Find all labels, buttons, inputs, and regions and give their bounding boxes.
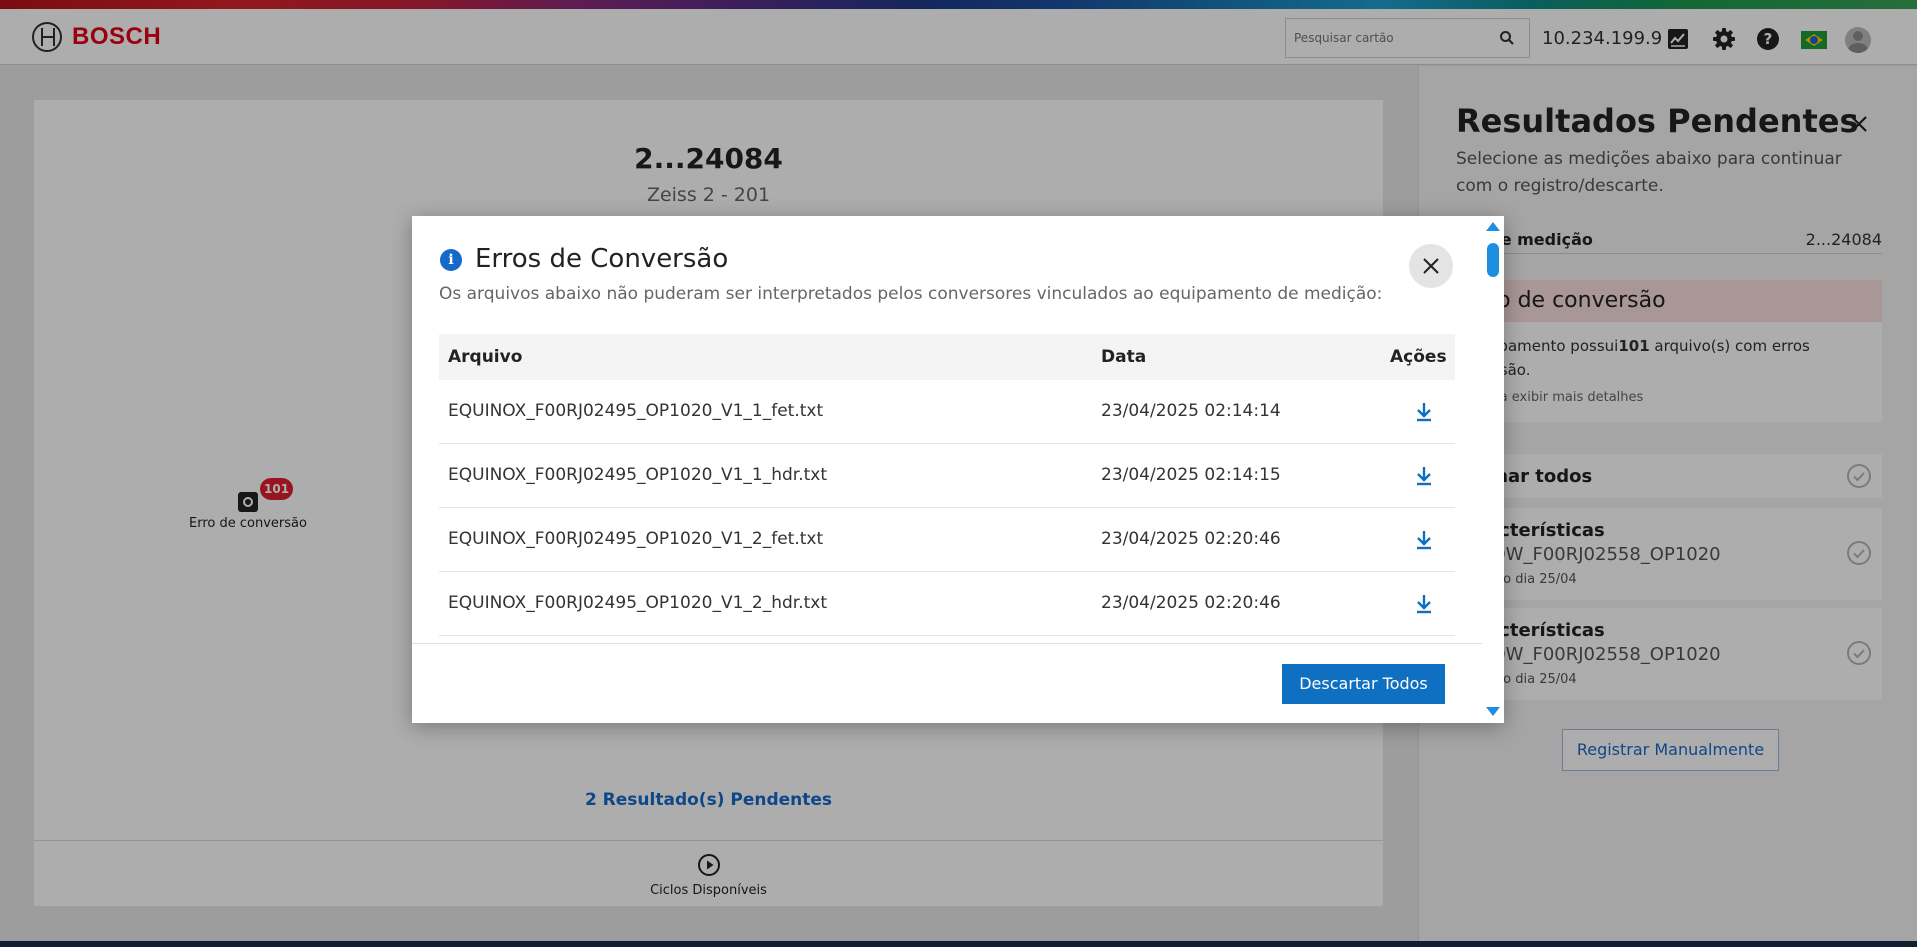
table-header: Arquivo Data Ações xyxy=(439,334,1455,380)
dialog-title: Erros de Conversão xyxy=(475,244,729,274)
file-name: EQUINOX_F00RJ02495_OP1020_V1_1_fet.txt xyxy=(448,401,824,421)
download-icon[interactable] xyxy=(1414,593,1434,615)
table-row: EQUINOX_F00RJ02495_OP1020_V1_2_fet.txt 2… xyxy=(439,508,1455,572)
dialog-description: Os arquivos abaixo não puderam ser inter… xyxy=(439,284,1383,304)
column-date: Data xyxy=(1101,347,1147,367)
file-name: EQUINOX_F00RJ02495_OP1020_V1_2_hdr.txt xyxy=(448,593,827,613)
discard-all-button[interactable]: Descartar Todos xyxy=(1282,664,1445,704)
dialog-close-button[interactable] xyxy=(1409,244,1453,288)
file-name: EQUINOX_F00RJ02495_OP1020_V1_2_fet.txt xyxy=(448,529,824,549)
dialog-footer: Descartar Todos xyxy=(412,643,1482,723)
file-date: 23/04/2025 02:20:46 xyxy=(1101,593,1281,613)
table-row: EQUINOX_F00RJ02495_OP1020_V1_1_hdr.txt 2… xyxy=(439,444,1455,508)
scroll-down-icon[interactable] xyxy=(1486,707,1500,716)
file-date: 23/04/2025 02:14:14 xyxy=(1101,401,1281,421)
table-row: EQUINOX_F00RJ02495_OP1020_V1_2_hdr.txt 2… xyxy=(439,572,1455,636)
scrollbar-thumb[interactable] xyxy=(1487,243,1499,277)
dialog-scrollbar[interactable] xyxy=(1482,216,1504,723)
column-file: Arquivo xyxy=(448,347,523,367)
file-date: 23/04/2025 02:20:46 xyxy=(1101,529,1281,549)
info-icon: i xyxy=(440,249,462,271)
error-files-table: Arquivo Data Ações EQUINOX_F00RJ02495_OP… xyxy=(439,334,1455,636)
download-icon[interactable] xyxy=(1414,529,1434,551)
table-row: EQUINOX_F00RJ02495_OP1020_V1_1_fet.txt 2… xyxy=(439,380,1455,444)
column-actions: Ações xyxy=(1390,347,1447,367)
close-icon xyxy=(1423,258,1439,274)
conversion-errors-dialog: i Erros de Conversão Os arquivos abaixo … xyxy=(412,216,1504,723)
file-date: 23/04/2025 02:14:15 xyxy=(1101,465,1281,485)
download-icon[interactable] xyxy=(1414,401,1434,423)
download-icon[interactable] xyxy=(1414,465,1434,487)
scroll-up-icon[interactable] xyxy=(1486,222,1500,231)
file-name: EQUINOX_F00RJ02495_OP1020_V1_1_hdr.txt xyxy=(448,465,827,485)
